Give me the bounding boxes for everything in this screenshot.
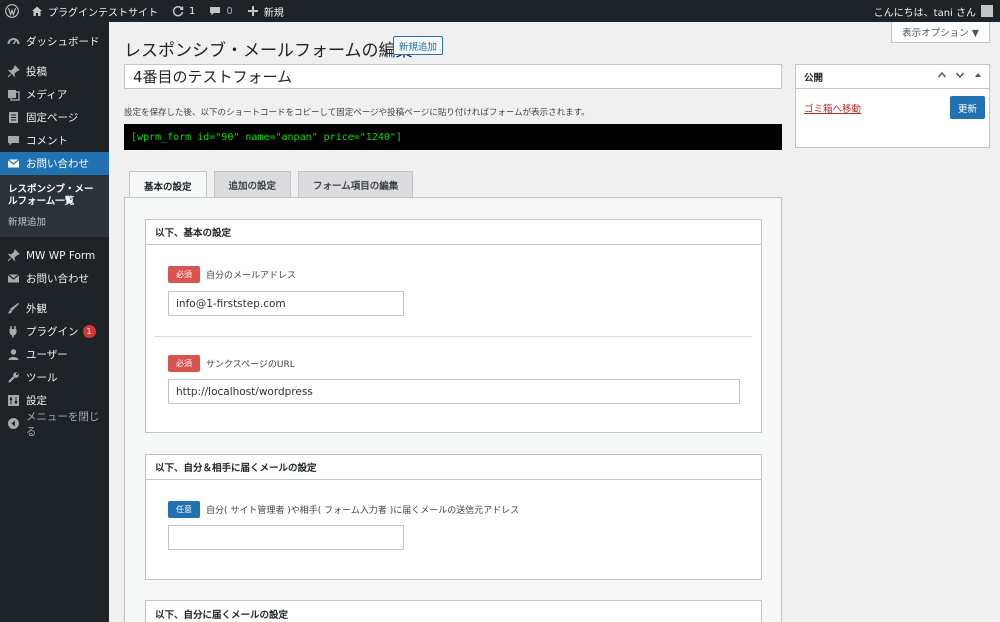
home-icon — [32, 6, 42, 16]
comments-link[interactable]: 0 — [202, 0, 239, 22]
tab-basic-settings[interactable]: 基本の設定 — [129, 171, 207, 199]
divider — [155, 336, 752, 337]
chevron-up-icon[interactable] — [937, 70, 947, 80]
menu-users[interactable]: ユーザー — [0, 343, 109, 366]
contact-submenu: レスポンシブ・メールフォーム一覧 新規追加 — [0, 175, 109, 237]
screen-options-button[interactable]: 表示オプション ▼ — [891, 22, 990, 43]
update-button[interactable]: 更新 — [950, 96, 985, 119]
dashboard-icon — [7, 38, 20, 45]
both-mail-settings-title: 以下、自分＆相手に届くメールの設定 — [146, 455, 761, 480]
publish-box-controls — [937, 70, 983, 80]
submenu-form-list[interactable]: レスポンシブ・メールフォーム一覧 — [0, 181, 109, 211]
menu-plugins[interactable]: プラグイン 1 — [0, 320, 109, 343]
basic-settings-box: 以下、基本の設定 必須 自分のメールアドレス info@1-firststep.c… — [145, 219, 762, 433]
page-title: レスポンシブ・メールフォームの編集 — [124, 41, 413, 61]
plugin-icon — [9, 326, 17, 338]
tab-form-fields[interactable]: フォーム項目の編集 — [298, 171, 414, 198]
plugins-update-badge: 1 — [82, 325, 96, 338]
menu-pages[interactable]: 固定ページ — [0, 106, 109, 129]
caret-up-icon[interactable] — [973, 70, 983, 80]
updates-count: 1 — [189, 5, 196, 17]
add-new-button[interactable]: 新規追加 — [393, 36, 444, 55]
brush-icon — [8, 302, 19, 314]
thanks-url-input[interactable]: http://localhost/wordpress — [168, 379, 740, 404]
from-field-label-row: 任意 自分( サイト管理者 )や相手( フォーム入力者 )に届くメールの送信元アド… — [168, 501, 519, 518]
from-address-input[interactable] — [168, 525, 404, 550]
email-field-label-row: 必須 自分のメールアドレス — [168, 266, 296, 283]
wordpress-logo-icon[interactable] — [0, 0, 24, 22]
wrench-icon — [8, 372, 19, 383]
menu-appearance[interactable]: 外観 — [0, 297, 109, 320]
user-icon — [8, 349, 19, 360]
chevron-down-icon[interactable] — [955, 70, 965, 80]
new-label: 新規 — [263, 7, 284, 19]
menu-mw-wp-form[interactable]: MW WP Form — [0, 244, 109, 267]
envelope-icon — [7, 274, 20, 283]
tab-panel: 以下、基本の設定 必須 自分のメールアドレス info@1-firststep.c… — [124, 197, 782, 622]
basic-settings-title: 以下、基本の設定 — [146, 220, 761, 245]
pushpin-icon — [7, 65, 20, 78]
plus-icon — [247, 6, 258, 16]
envelope-icon — [7, 159, 20, 168]
site-name: プラグインテストサイト — [48, 7, 158, 19]
menu-contact-forms[interactable]: お問い合わせ — [0, 152, 109, 175]
email-input[interactable]: info@1-firststep.com — [168, 291, 404, 316]
email-label: 自分のメールアドレス — [206, 271, 297, 281]
self-mail-settings-title: 以下、自分に届くメールの設定 — [155, 609, 289, 621]
tab-additional-settings[interactable]: 追加の設定 — [213, 171, 292, 198]
menu-collapse[interactable]: メニューを閉じる — [0, 411, 109, 438]
form-title-input[interactable]: 4番目のテストフォーム — [124, 64, 782, 89]
menu-tools[interactable]: ツール — [0, 366, 109, 389]
comments-count: 0 — [226, 5, 233, 17]
required-badge: 必須 — [168, 266, 200, 283]
shortcode-display[interactable]: [wprm_form id="90" name="anpan" price="1… — [124, 124, 782, 150]
shortcode-hint: 設定を保存した後、以下のショートコードをコピーして固定ページや投稿ページに貼り付… — [124, 108, 590, 118]
site-name-link[interactable]: プラグインテストサイト — [24, 0, 165, 22]
menu-contact-2[interactable]: お問い合わせ — [0, 267, 109, 290]
menu-dashboard[interactable]: ダッシュボード — [0, 30, 109, 53]
greeting: こんにちは、tani さん — [873, 7, 976, 19]
required-badge: 必須 — [168, 355, 200, 372]
admin-bar: プラグインテストサイト 1 0 新規 こんにちは、tani さん — [0, 0, 1000, 22]
comment-icon — [210, 7, 221, 16]
new-content-link[interactable]: 新規 — [240, 0, 291, 22]
collapse-icon — [7, 418, 19, 429]
submenu-add-new[interactable]: 新規追加 — [0, 214, 109, 232]
pushpin-icon — [7, 249, 20, 262]
publish-box: 公開 ゴミ箱へ移動 更新 — [795, 64, 990, 148]
move-to-trash-link[interactable]: ゴミ箱へ移動 — [804, 101, 861, 115]
settings-tabs: 基本の設定 追加の設定 フォーム項目の編集 — [129, 171, 420, 199]
comment-icon — [8, 136, 19, 146]
menu-comments[interactable]: コメント — [0, 129, 109, 152]
main-content: 表示オプション ▼ レスポンシブ・メールフォームの編集 新規追加 4番目のテスト… — [109, 22, 1000, 622]
self-mail-settings-box: 以下、自分に届くメールの設定 — [145, 600, 762, 622]
menu-posts[interactable]: 投稿 — [0, 60, 109, 83]
menu-media[interactable]: メディア — [0, 83, 109, 106]
thanks-field-label-row: 必須 サンクスページのURL — [168, 355, 295, 372]
from-address-label: 自分( サイト管理者 )や相手( フォーム入力者 )に届くメールの送信元アドレス — [206, 506, 520, 516]
settings-icon — [8, 395, 19, 406]
optional-badge: 任意 — [168, 501, 200, 518]
media-icon — [8, 90, 20, 101]
page-icon — [9, 112, 18, 123]
refresh-icon — [172, 5, 184, 17]
avatar — [981, 5, 993, 17]
admin-sidebar: ダッシュボード 投稿 メディア 固定ページ コメント お問い合わせ レスポンシブ… — [0, 22, 109, 622]
updates-link[interactable]: 1 — [165, 0, 202, 22]
both-mail-settings-box: 以下、自分＆相手に届くメールの設定 任意 自分( サイト管理者 )や相手( フォー… — [145, 454, 762, 580]
my-account[interactable]: こんにちは、tani さん — [867, 0, 1000, 22]
thanks-url-label: サンクスページのURL — [206, 360, 295, 370]
